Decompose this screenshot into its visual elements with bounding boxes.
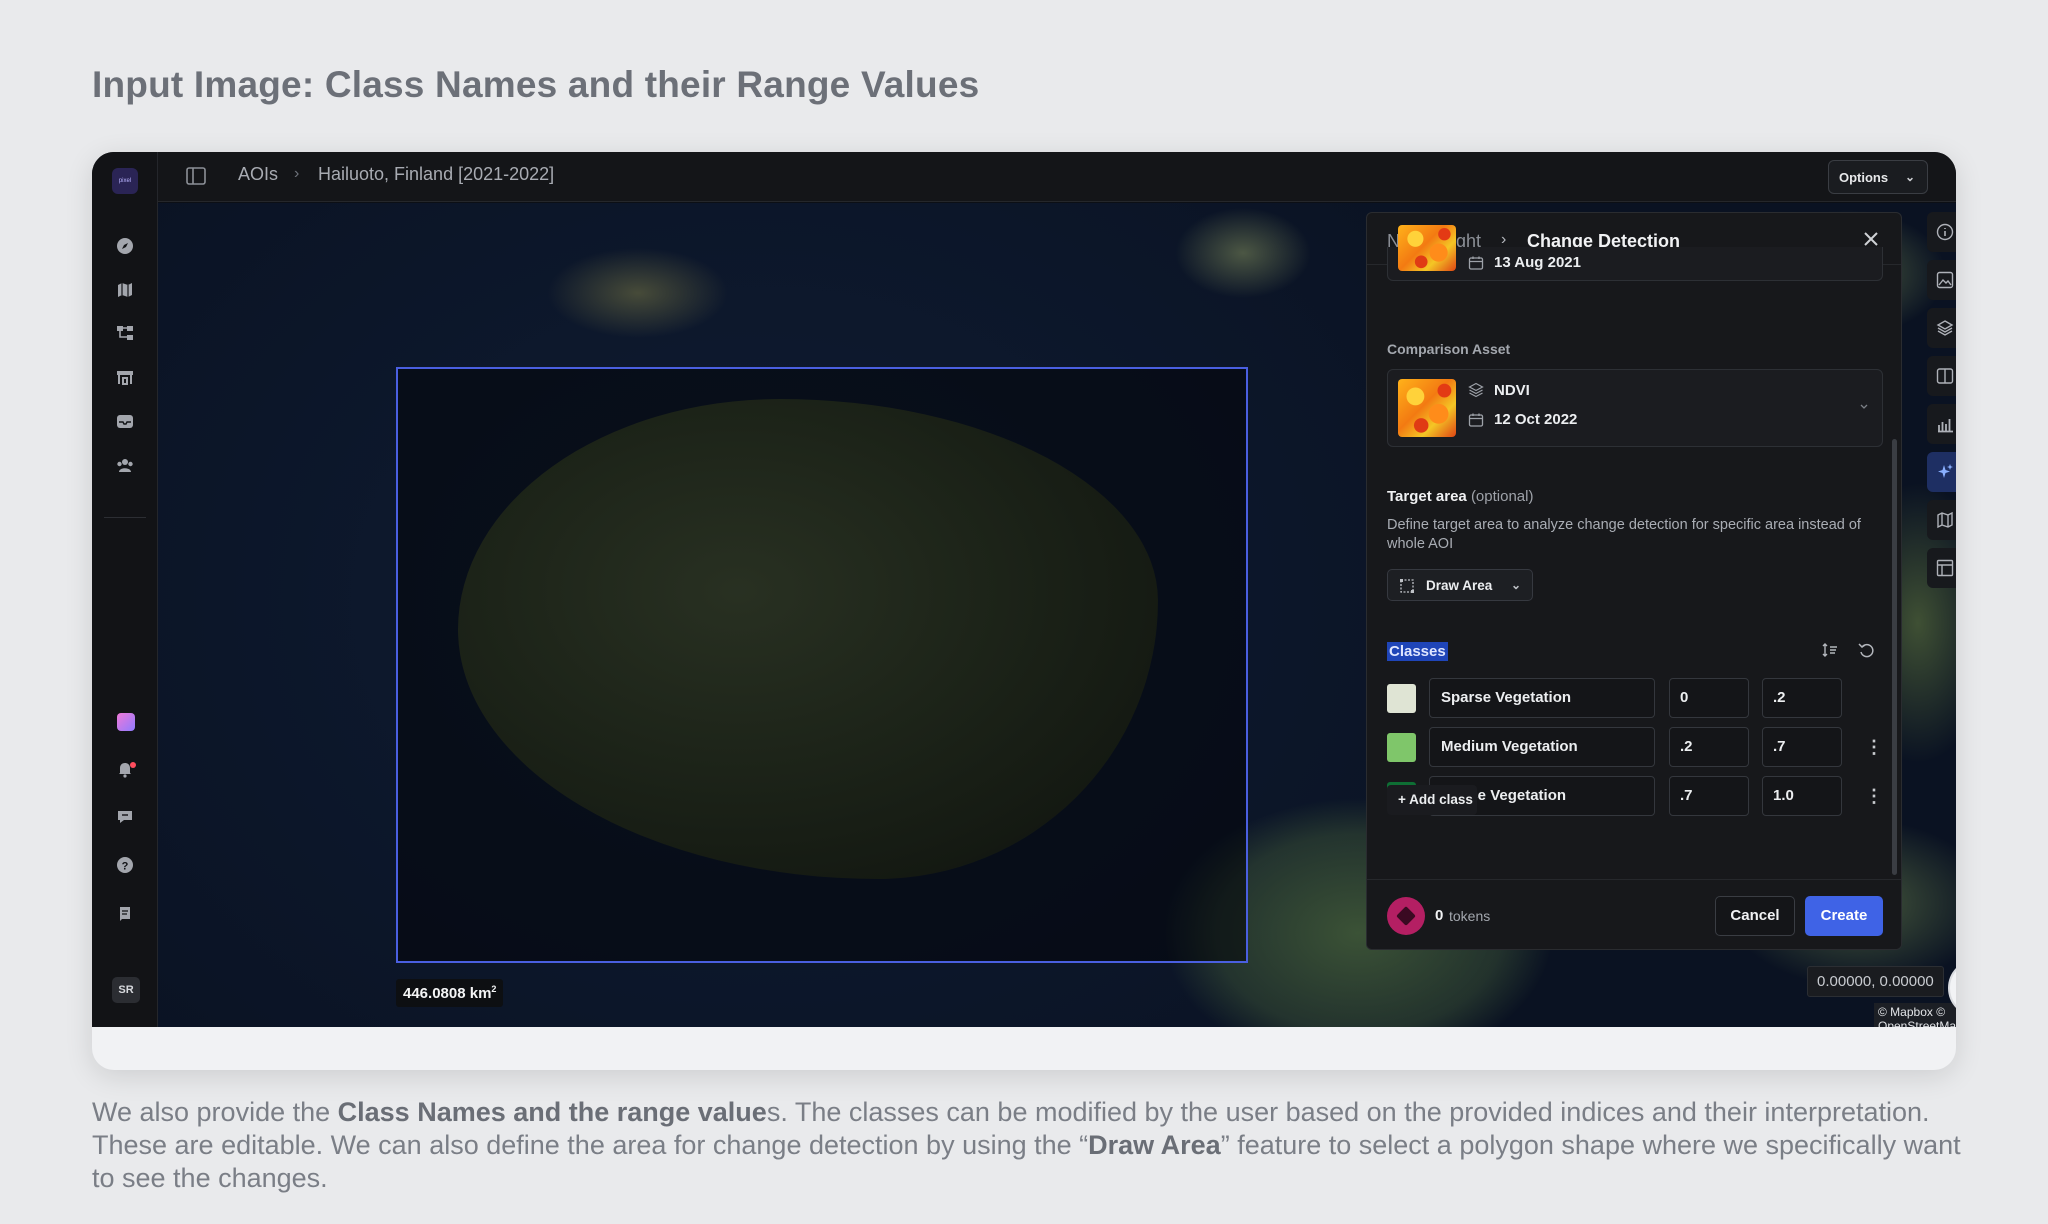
breadcrumb-current: Hailuoto, Finland [2021-2022]	[318, 164, 555, 184]
page-heading: Input Image: Class Names and their Range…	[92, 64, 980, 105]
map-outline-icon[interactable]	[1927, 500, 1956, 540]
split-view-icon[interactable]	[1927, 356, 1956, 396]
breadcrumb-separator-icon: ›	[294, 165, 300, 182]
docs-icon[interactable]	[115, 904, 135, 924]
inbox-icon[interactable]	[115, 411, 135, 431]
breadcrumb-aois[interactable]: AOIs	[238, 164, 278, 185]
calendar-icon	[1468, 413, 1484, 427]
app-logo[interactable]: pixel	[112, 168, 138, 194]
image-icon[interactable]	[1927, 260, 1956, 300]
panel-footer: 0 tokens Cancel Create	[1367, 879, 1901, 949]
base-asset-date: 13 Aug 2021	[1494, 254, 1581, 271]
draw-area-button[interactable]: Draw Area ⌄	[1387, 569, 1533, 601]
add-class-button[interactable]: + Add class	[1387, 785, 1477, 815]
sidebar-toggle-icon[interactable]	[186, 167, 206, 185]
comparison-asset-select[interactable]: NDVI 12 Oct 2022	[1387, 369, 1883, 447]
left-sidebar: pixel ? SR	[92, 152, 158, 1027]
chart-icon[interactable]	[1927, 404, 1956, 444]
layout-icon[interactable]	[1927, 548, 1956, 588]
map-icon[interactable]	[115, 280, 135, 300]
app-window: pixel ? SR AOIs › Hailuoto, Finland [202…	[92, 152, 1956, 1027]
sparkle-icon[interactable]	[1927, 452, 1956, 492]
class-row: Medium Vegetation .2 .7 ⋮	[1387, 727, 1883, 767]
class-row: Sparse Vegetation 0 .2	[1387, 678, 1883, 718]
draw-area-icon	[1400, 579, 1414, 593]
more-options-icon[interactable]: ⋮	[1865, 737, 1883, 757]
target-area-description: Define target area to analyze change det…	[1387, 517, 1861, 552]
apps-icon[interactable]	[117, 713, 135, 731]
comparison-asset-thumbnail	[1398, 379, 1456, 437]
chevron-down-icon: ⌄	[1904, 170, 1915, 184]
team-icon[interactable]	[115, 455, 135, 475]
workflow-icon[interactable]	[115, 323, 135, 343]
class-color-swatch[interactable]	[1387, 733, 1416, 762]
screenshot-card: pixel ? SR AOIs › Hailuoto, Finland [202…	[92, 152, 1956, 1070]
reset-icon[interactable]	[1857, 641, 1875, 659]
more-options-icon[interactable]: ⋮	[1865, 786, 1883, 806]
options-button[interactable]: Options ⌄	[1828, 160, 1928, 194]
options-label: Options	[1839, 170, 1889, 185]
class-name-field[interactable]: Medium Vegetation	[1429, 727, 1655, 767]
top-bar: AOIs › Hailuoto, Finland [2021-2022] Opt…	[158, 152, 1956, 202]
comparison-index: NDVI	[1494, 382, 1530, 399]
notification-dot	[130, 762, 136, 768]
class-max-field[interactable]: 1.0	[1762, 776, 1842, 816]
sort-icon[interactable]	[1821, 641, 1839, 659]
caption-text: We also provide the Class Names and the …	[92, 1097, 1961, 1193]
change-detection-panel: New Insight › Change Detection 13 Aug 20…	[1366, 212, 1902, 950]
close-icon[interactable]	[1861, 229, 1881, 249]
class-min-field[interactable]: 0	[1669, 678, 1749, 718]
class-max-field[interactable]: .7	[1762, 727, 1842, 767]
aoi-rectangle[interactable]	[396, 367, 1248, 963]
token-count: 0	[1435, 907, 1444, 924]
map-attribution[interactable]: © Mapbox © OpenStreetMap	[1874, 1003, 1956, 1027]
layers-small-icon	[1468, 382, 1484, 398]
target-area-label: Target area (optional)	[1387, 488, 1534, 505]
svg-text:?: ?	[122, 861, 129, 873]
cancel-button[interactable]: Cancel	[1715, 896, 1795, 936]
token-icon	[1387, 897, 1425, 935]
base-asset-thumbnail	[1398, 225, 1456, 271]
avatar[interactable]: SR	[112, 977, 140, 1003]
class-min-field[interactable]: .2	[1669, 727, 1749, 767]
comparison-asset-label: Comparison Asset	[1387, 341, 1511, 357]
class-max-field[interactable]: .2	[1762, 678, 1842, 718]
classes-heading: Classes	[1387, 642, 1448, 661]
draw-area-label: Draw Area	[1426, 578, 1493, 593]
token-label: tokens	[1449, 908, 1491, 924]
create-button[interactable]: Create	[1805, 896, 1883, 936]
layers-icon[interactable]	[1927, 308, 1956, 348]
compass-icon[interactable]	[115, 236, 135, 256]
island-satellite-image	[458, 399, 1158, 879]
class-min-field[interactable]: .7	[1669, 776, 1749, 816]
feedback-icon[interactable]	[115, 807, 135, 827]
sidebar-divider	[104, 517, 146, 518]
chevron-down-icon: ⌄	[1510, 578, 1521, 592]
panel-scrollbar[interactable]	[1892, 439, 1897, 875]
cursor-coordinates: 0.00000, 0.00000	[1807, 966, 1944, 997]
store-icon[interactable]	[115, 367, 135, 387]
help-icon[interactable]: ?	[115, 855, 135, 875]
comparison-date: 12 Oct 2022	[1494, 411, 1578, 428]
class-color-swatch[interactable]	[1387, 684, 1416, 713]
info-icon[interactable]	[1927, 212, 1956, 252]
chevron-down-icon	[1860, 404, 1868, 409]
calendar-icon	[1468, 256, 1484, 270]
base-asset-card[interactable]: 13 Aug 2021	[1387, 225, 1883, 281]
class-name-field[interactable]: Sparse Vegetation	[1429, 678, 1655, 718]
area-measurement: 446.0808 km2	[396, 979, 504, 1007]
